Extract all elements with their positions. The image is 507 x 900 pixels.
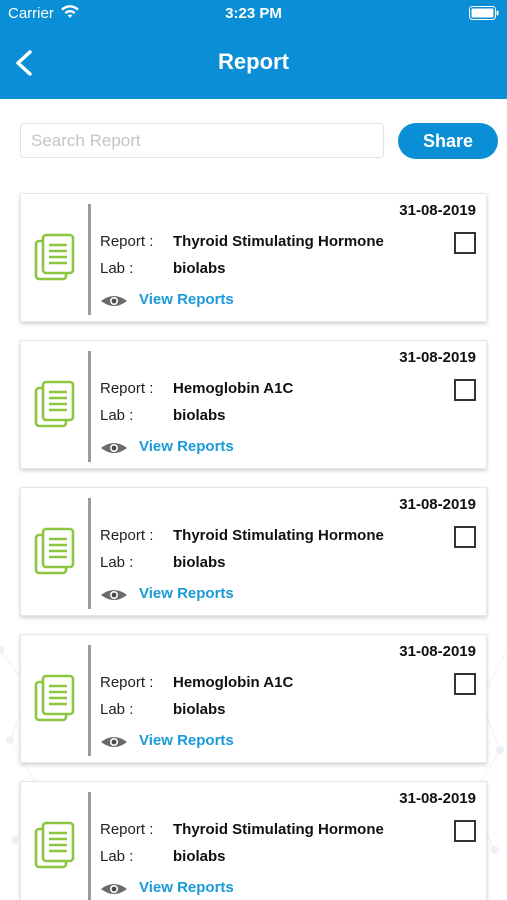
report-card: 31-08-2019 Report : Hemoglobin A1C Lab :…: [20, 340, 487, 469]
card-divider: [88, 645, 91, 756]
report-date: 31-08-2019: [399, 496, 476, 513]
report-name: Thyroid Stimulating Hormone: [173, 527, 384, 544]
report-name: Thyroid Stimulating Hormone: [173, 821, 384, 838]
lab-name: biolabs: [173, 848, 226, 865]
status-time: 3:23 PM: [225, 5, 282, 22]
report-name: Hemoglobin A1C: [173, 380, 294, 397]
report-name: Hemoglobin A1C: [173, 674, 294, 691]
card-divider: [88, 204, 91, 315]
report-label: Report :: [100, 821, 154, 838]
report-date: 31-08-2019: [399, 790, 476, 807]
lab-name: biolabs: [173, 407, 226, 424]
card-divider: [88, 351, 91, 462]
lab-name: biolabs: [173, 701, 226, 718]
report-date: 31-08-2019: [399, 202, 476, 219]
select-checkbox[interactable]: [454, 379, 476, 401]
eye-icon: [101, 296, 127, 306]
select-checkbox[interactable]: [454, 673, 476, 695]
report-label: Report :: [100, 527, 154, 544]
navigation-bar: Report: [0, 36, 507, 90]
lab-name: biolabs: [173, 260, 226, 277]
document-icon: [34, 821, 75, 869]
report-card: 31-08-2019 Report : Hemoglobin A1C Lab :…: [20, 634, 487, 763]
report-card: 31-08-2019 Report : Thyroid Stimulating …: [20, 487, 487, 616]
report-list: 31-08-2019 Report : Thyroid Stimulating …: [20, 193, 487, 900]
eye-icon: [101, 590, 127, 600]
document-icon: [34, 380, 75, 428]
view-reports-label: View Reports: [139, 585, 234, 602]
document-icon: [34, 233, 75, 281]
card-divider: [88, 498, 91, 609]
view-reports-label: View Reports: [139, 291, 234, 308]
document-icon: [34, 674, 75, 722]
lab-label: Lab :: [100, 407, 134, 424]
report-label: Report :: [100, 233, 154, 250]
eye-icon: [101, 737, 127, 747]
report-name: Thyroid Stimulating Hormone: [173, 233, 384, 250]
view-reports-label: View Reports: [139, 438, 234, 455]
status-bar: Carrier 3:23 PM: [0, 0, 507, 28]
battery-icon: [469, 6, 499, 20]
search-input[interactable]: [20, 123, 384, 158]
eye-icon: [101, 884, 127, 894]
lab-label: Lab :: [100, 260, 134, 277]
app-header: Carrier 3:23 PM Report: [0, 0, 507, 99]
lab-label: Lab :: [100, 554, 134, 571]
report-date: 31-08-2019: [399, 349, 476, 366]
lab-name: biolabs: [173, 554, 226, 571]
search-row: Share: [0, 121, 507, 163]
document-icon: [34, 527, 75, 575]
card-divider: [88, 792, 91, 900]
report-label: Report :: [100, 380, 154, 397]
lab-label: Lab :: [100, 848, 134, 865]
eye-icon: [101, 443, 127, 453]
select-checkbox[interactable]: [454, 820, 476, 842]
report-label: Report :: [100, 674, 154, 691]
report-card: 31-08-2019 Report : Thyroid Stimulating …: [20, 781, 487, 900]
share-button[interactable]: Share: [398, 123, 498, 159]
report-date: 31-08-2019: [399, 643, 476, 660]
page-title: Report: [218, 49, 289, 74]
report-card: 31-08-2019 Report : Thyroid Stimulating …: [20, 193, 487, 322]
select-checkbox[interactable]: [454, 232, 476, 254]
view-reports-label: View Reports: [139, 879, 234, 896]
view-reports-label: View Reports: [139, 732, 234, 749]
lab-label: Lab :: [100, 701, 134, 718]
select-checkbox[interactable]: [454, 526, 476, 548]
